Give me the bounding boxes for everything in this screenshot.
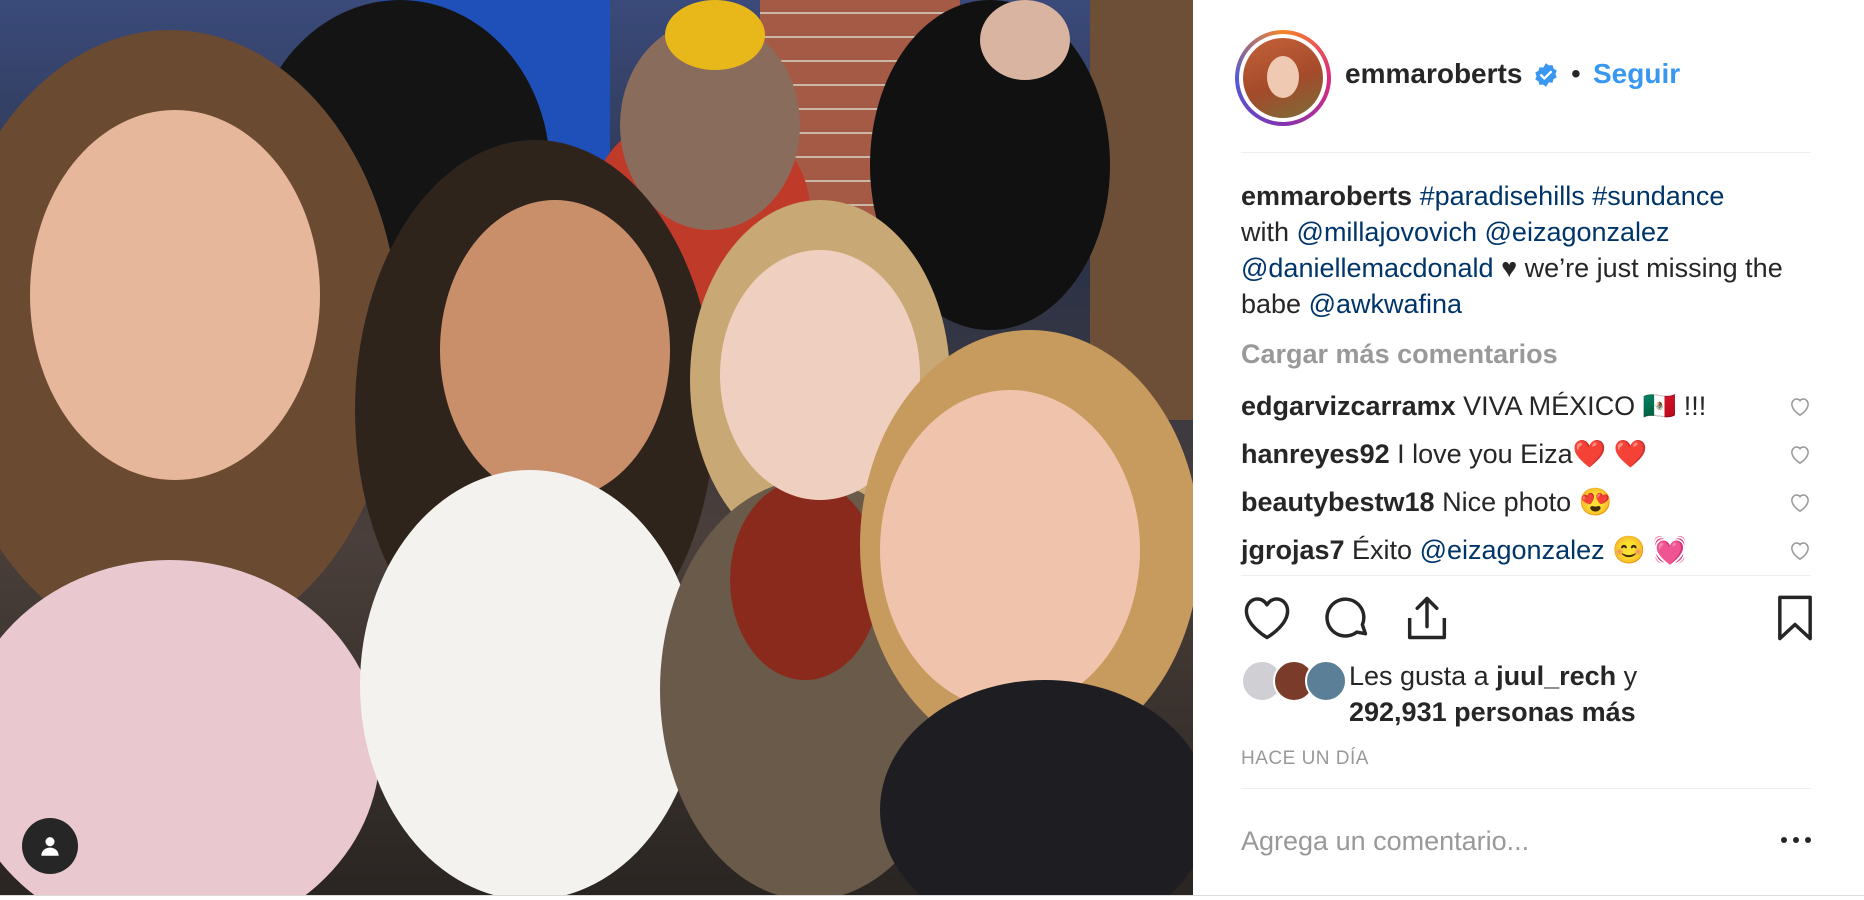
post-timestamp[interactable]: HACE UN DÍA (1241, 748, 1369, 770)
post-caption: emmaroberts #paradisehills #sundance wit… (1241, 178, 1811, 322)
comment-text: Éxito (1344, 535, 1420, 565)
post-photo[interactable] (0, 0, 1193, 895)
liker-avatar (1305, 660, 1347, 702)
photo-person-left-face (30, 110, 320, 480)
comment-username[interactable]: beautybestw18 (1241, 487, 1435, 517)
photo-background-woman-face (980, 0, 1070, 80)
load-more-comments-link[interactable]: Cargar más comentarios (1241, 339, 1558, 370)
comment-username[interactable]: hanreyes92 (1241, 439, 1390, 469)
author-username[interactable]: emmaroberts (1345, 58, 1522, 90)
caption-mention[interactable]: @eizagonzalez (1485, 217, 1670, 247)
comment-heart-icon[interactable] (1787, 393, 1813, 419)
footer-divider (1241, 788, 1811, 789)
comments-divider (1241, 575, 1811, 576)
liker-username[interactable]: juul_rech (1496, 661, 1616, 691)
comment-item: edgarvizcarramx VIVA MÉXICO 🇲🇽 !!! (1241, 389, 1801, 423)
follow-button[interactable]: Seguir (1593, 58, 1680, 90)
post-header: emmaroberts • Seguir (1193, 0, 1864, 153)
likes-summary: Les gusta a juul_rech y 292,931 personas… (1349, 658, 1637, 730)
photo-person-right1-collar (730, 480, 880, 680)
bookmark-icon[interactable] (1769, 592, 1821, 644)
photo-background-beanie (665, 0, 765, 70)
likes-count[interactable]: 292,931 personas más (1349, 697, 1636, 727)
caption-text: with (1241, 217, 1290, 247)
likers-avatars[interactable] (1241, 660, 1351, 702)
more-options-icon[interactable] (1778, 828, 1814, 852)
comment-text: Nice photo 😍 (1434, 487, 1613, 517)
photo-person-middle-face (440, 200, 670, 500)
likes-suffix: y (1616, 661, 1638, 691)
caption-mention[interactable]: @millajovovich (1297, 217, 1477, 247)
add-comment-input[interactable]: Agrega un comentario... (1241, 826, 1721, 857)
caption-hashtag[interactable]: #sundance (1592, 181, 1724, 211)
comment-text: VIVA MÉXICO 🇲🇽 !!! (1455, 391, 1707, 421)
comment-text: I love you Eiza❤️ ❤️ (1389, 439, 1648, 469)
comment-item: beautybestw18 Nice photo 😍 (1241, 485, 1801, 519)
share-icon[interactable] (1401, 592, 1453, 644)
comment-mention[interactable]: @eizagonzalez (1420, 535, 1605, 565)
heart-icon[interactable] (1241, 592, 1293, 644)
comment-heart-icon[interactable] (1787, 537, 1813, 563)
caption-mention[interactable]: @awkwafina (1309, 289, 1462, 319)
caption-mention[interactable]: @daniellemacdonald (1241, 253, 1494, 283)
verified-badge-icon (1535, 63, 1557, 87)
header-divider (1241, 152, 1811, 153)
action-bar (1241, 592, 1821, 652)
likes-prefix: Les gusta a (1349, 661, 1497, 691)
caption-username[interactable]: emmaroberts (1241, 181, 1412, 211)
comment-text: 😊 💓 (1604, 535, 1687, 565)
comment-heart-icon[interactable] (1787, 489, 1813, 515)
photo-person-right2-face (880, 390, 1140, 710)
post-side-panel: emmaroberts • Seguir emmaroberts #paradi… (1193, 0, 1864, 895)
comment-username[interactable]: jgrojas7 (1241, 535, 1345, 565)
comment-item: hanreyes92 I love you Eiza❤️ ❤️ (1241, 437, 1801, 471)
comment-item: jgrojas7 Éxito @eizagonzalez 😊 💓 (1241, 533, 1801, 567)
user-tag-icon (41, 837, 59, 856)
comment-heart-icon[interactable] (1787, 441, 1813, 467)
comment-icon[interactable] (1321, 592, 1373, 644)
author-avatar[interactable] (1235, 30, 1331, 126)
comment-username[interactable]: edgarvizcarramx (1241, 391, 1456, 421)
user-tag-button[interactable] (22, 818, 78, 874)
instagram-post: emmaroberts • Seguir emmaroberts #paradi… (0, 0, 1864, 896)
photo-person-middle-blouse (360, 470, 700, 895)
caption-hashtag[interactable]: #paradisehills (1420, 181, 1585, 211)
header-separator: • (1571, 58, 1581, 89)
